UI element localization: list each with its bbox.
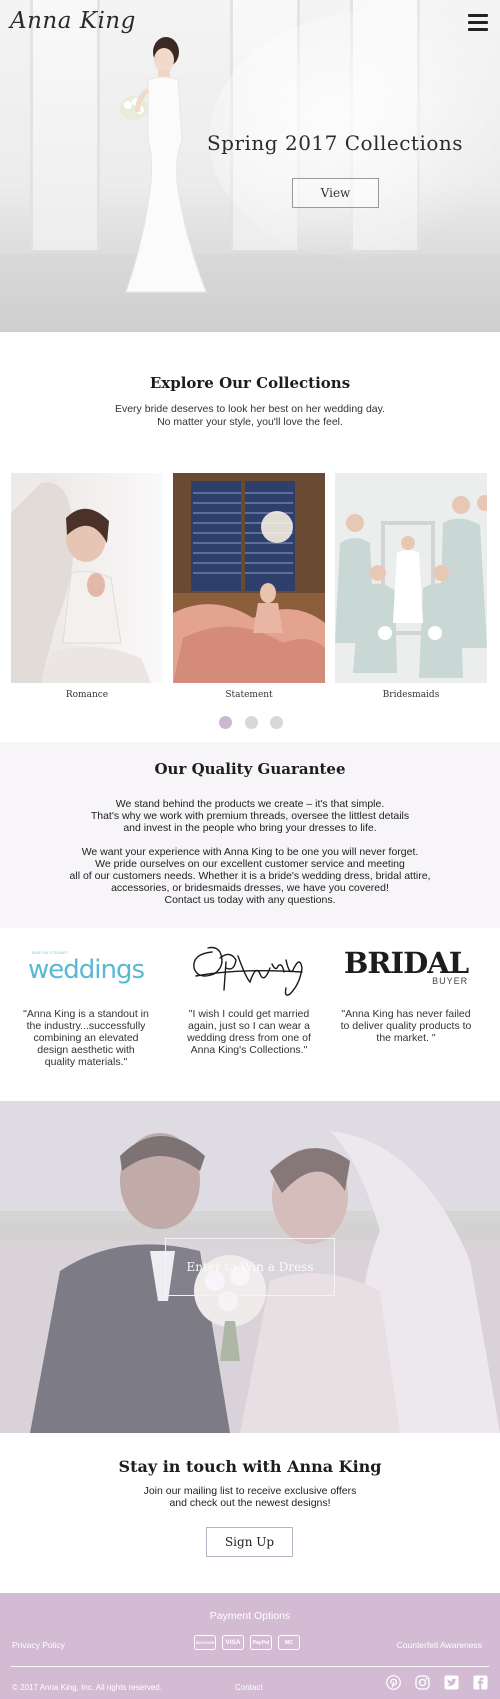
explore-title: Explore Our Collections <box>149 374 351 392</box>
sign-up-button[interactable]: Sign Up <box>206 1527 293 1557</box>
quote-line: design aesthetic with <box>37 1044 135 1056</box>
hero-floor <box>0 254 500 332</box>
twitter-icon[interactable] <box>444 1675 459 1690</box>
logo-text: weddings <box>27 955 145 985</box>
quote-line: Anna King's Collections." <box>190 1044 308 1056</box>
newsletter-line: Join our mailing list to receive exclusi… <box>143 1485 357 1497</box>
contest-banner: Enter to Win a Dress <box>0 1101 500 1433</box>
quality-line: That's why we work with premium threads,… <box>90 810 410 822</box>
quality-line: We stand behind the products we create –… <box>115 798 385 810</box>
press-item-bridal-buyer: BRIDAL BUYER "Anna King has never failed… <box>338 928 474 1045</box>
payment-cards: DISCOVER VISA PayPal MC <box>194 1635 300 1650</box>
quote-line: "I wish I could get married <box>188 1008 310 1020</box>
discover-card-icon: DISCOVER <box>194 1635 216 1650</box>
collection-card-statement[interactable]: Statement <box>173 473 325 700</box>
newsletter-title: Stay in touch with Anna King <box>118 1457 382 1476</box>
quote-line: combining an elevated <box>33 1032 139 1044</box>
bridal-buyer-logo: BRIDAL BUYER <box>338 928 474 1008</box>
press-quote: "I wish I could get married again, just … <box>181 1008 317 1056</box>
press-item-weddings: MARTHA STEWART weddings "Anna King is a … <box>18 928 154 1068</box>
menu-bar <box>468 14 488 17</box>
bride-figure <box>120 37 207 293</box>
explore-description: Every bride deserves to look her best on… <box>0 403 500 429</box>
quality-title: Our Quality Guarantee <box>154 760 346 778</box>
press-item-oprah: "I wish I could get married again, just … <box>181 928 317 1056</box>
quality-line: Contact us today with any questions. <box>164 894 336 906</box>
oprah-signature-logo <box>181 928 317 1008</box>
visa-card-icon: VISA <box>222 1635 244 1650</box>
collection-card-bridesmaids[interactable]: Bridesmaids <box>335 473 487 700</box>
quality-line: all of our customers needs. Whether it i… <box>69 870 431 882</box>
quote-line: quality materials." <box>44 1056 128 1068</box>
paypal-card-icon: PayPal <box>250 1635 272 1650</box>
bridesmaids-photo[interactable] <box>335 473 487 683</box>
quality-paragraph-1: We stand behind the products we create –… <box>0 798 500 834</box>
counterfeit-awareness-link[interactable]: Counterfeit Awareness <box>397 1640 482 1650</box>
newsletter-description: Join our mailing list to receive exclusi… <box>0 1485 500 1509</box>
quality-line: and invest in the people who bring your … <box>123 822 377 834</box>
press-section: MARTHA STEWART weddings "Anna King is a … <box>0 928 500 1100</box>
romance-photo[interactable] <box>11 473 163 683</box>
menu-bar <box>468 21 488 24</box>
facebook-icon[interactable] <box>473 1675 488 1690</box>
explore-line: Every bride deserves to look her best on… <box>114 403 386 415</box>
brand-logo[interactable]: Anna King <box>10 8 136 34</box>
hero-banner: Anna King Spring 2017 Collections View <box>0 0 500 332</box>
menu-bar <box>468 28 488 31</box>
pinterest-icon[interactable] <box>386 1675 401 1690</box>
quality-line: accessories, or bridesmaids dresses, we … <box>111 882 389 894</box>
quote-line: the industry...successfully <box>26 1020 146 1032</box>
instagram-icon[interactable] <box>415 1675 430 1690</box>
carousel-dot-3[interactable] <box>270 716 283 729</box>
quote-line: to deliver quality products to <box>340 1020 472 1032</box>
carousel-dot-1[interactable] <box>219 716 232 729</box>
view-collection-button[interactable]: View <box>292 178 379 208</box>
payment-options-heading: Payment Options <box>209 1610 291 1622</box>
social-links <box>386 1675 488 1690</box>
collection-card-romance[interactable]: Romance <box>11 473 163 700</box>
enter-to-win-button[interactable]: Enter to Win a Dress <box>165 1238 335 1296</box>
press-quote: "Anna King has never failed to deliver q… <box>338 1008 474 1044</box>
oprah-signature-image <box>193 946 303 996</box>
press-quote: "Anna King is a standout in the industry… <box>18 1008 154 1068</box>
carousel-dot-2[interactable] <box>244 716 258 729</box>
collection-label[interactable]: Bridesmaids <box>335 690 487 700</box>
footer-divider <box>11 1666 489 1667</box>
logo-text: BRIDAL <box>343 946 469 980</box>
newsletter-line: and check out the newest designs! <box>169 1497 331 1509</box>
hero-window <box>30 0 100 250</box>
statement-image <box>173 473 325 683</box>
quote-line: the market. " <box>376 1032 436 1044</box>
mastercard-icon: MC <box>278 1635 300 1650</box>
quote-line: again, just so I can wear a <box>188 1020 310 1032</box>
collection-carousel: Romance Statement Bridesmaids <box>11 473 489 706</box>
quality-line: We pride ourselves on our excellent cust… <box>95 858 405 870</box>
privacy-policy-link[interactable]: Privacy Policy <box>12 1640 65 1650</box>
statement-photo[interactable] <box>173 473 325 683</box>
quality-paragraph-2: We want your experience with Anna King t… <box>0 846 500 906</box>
carousel-pagination <box>219 716 283 730</box>
copyright-text: © 2017 Anna King, Inc. All rights reserv… <box>12 1683 162 1692</box>
quote-line: wedding dress from one of <box>187 1032 311 1044</box>
site-footer: Payment Options Privacy Policy DISCOVER … <box>0 1593 500 1699</box>
collection-label[interactable]: Romance <box>11 690 163 700</box>
martha-stewart-weddings-logo: MARTHA STEWART weddings <box>18 928 154 1008</box>
hero-title: Spring 2017 Collections <box>206 131 464 155</box>
collection-label[interactable]: Statement <box>173 690 325 700</box>
explore-line: No matter your style, you'll love the fe… <box>157 416 343 428</box>
bridesmaids-image <box>335 473 487 683</box>
hamburger-menu-icon[interactable] <box>468 14 488 31</box>
romance-image <box>11 473 163 683</box>
quote-line: "Anna King is a standout in <box>23 1008 149 1020</box>
quote-line: "Anna King has never failed <box>341 1008 471 1020</box>
contact-link[interactable]: Contact <box>235 1683 263 1692</box>
quality-line: We want your experience with Anna King t… <box>81 846 419 858</box>
quality-guarantee-section: Our Quality Guarantee We stand behind th… <box>0 742 500 928</box>
